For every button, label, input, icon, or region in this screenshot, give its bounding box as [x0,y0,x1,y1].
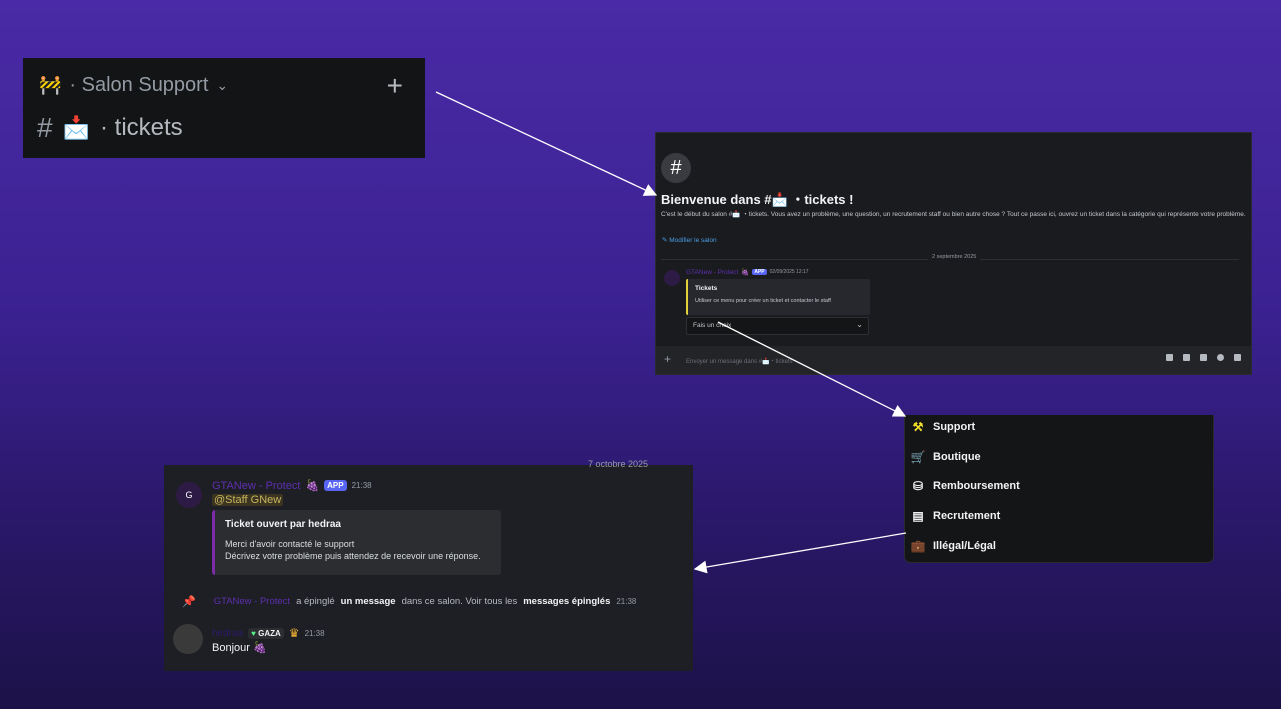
menu-item-label: Illégal/Légal [933,540,996,552]
menu-item-label: Support [933,421,976,433]
channel-hash-icon: # [661,153,691,183]
grape-emoji-icon: 🍇 [252,642,267,654]
tickets-embed: Tickets Utiliser ce menu pour créer un t… [686,279,870,315]
channel-item-tickets[interactable]: # 📩 · tickets [37,112,183,144]
role-mention[interactable]: @Staff GNew [212,494,284,506]
document-icon: ▤ [912,509,924,523]
server-tag-badge: ♥ GAZA [248,627,284,639]
construction-barrier-icon: 🚧 [39,75,62,95]
add-attachment-button[interactable]: + [664,352,671,366]
gift-icon[interactable] [1166,354,1173,361]
crown-icon: ♛ [288,626,300,640]
game-controller-icon[interactable] [1234,354,1241,361]
message-content: Bonjour 🍇 [212,641,267,654]
menu-item-label: Boutique [933,451,981,463]
menu-item-illegal-legal[interactable]: 💼 Illégal/Légal [911,539,996,553]
message-header: GTANew - Protect 🍇 APP 02/09/2025 12:17 [686,268,809,277]
input-toolbar [1166,354,1241,361]
category-label: · Salon Support [69,74,209,96]
app-badge: APP [324,480,347,491]
avatar[interactable]: G [176,482,202,508]
arrow-to-ticket [693,532,907,574]
envelope-icon: 📩 [62,115,90,140]
ticket-embed: Ticket ouvert par hedraa Merci d'avoir c… [212,510,501,575]
menu-item-label: Remboursement [933,480,1020,492]
welcome-description: C'est le début du salon #📩 ・tickets. Vou… [661,211,1246,218]
grape-emoji-icon: 🍇 [741,269,750,276]
tools-icon: ⚒ [912,420,924,434]
author-name[interactable]: hedraa [212,628,243,639]
message-timestamp: 02/09/2025 12:17 [769,269,809,275]
pin-system-message: 📌 GTANew - Protect a épinglé un message … [182,595,636,608]
author-name[interactable]: GTANew - Protect [212,480,300,492]
emoji-icon[interactable] [1217,354,1224,361]
channel-name: · tickets [99,114,183,141]
embed-title: Ticket ouvert par hedraa [225,519,341,530]
pinned-messages-link[interactable]: messages épinglés [523,596,610,607]
welcome-title: Bienvenue dans #📩 ・tickets ! [661,192,854,207]
message-input[interactable]: Envoyer un message dans #📩・tickets [686,356,793,365]
menu-item-boutique[interactable]: 🛒 Boutique [911,450,981,464]
ticket-category-menu: ⚒ Support 🛒 Boutique ⛁ Remboursement ▤ R… [904,415,1214,563]
avatar[interactable] [173,624,203,654]
message-timestamp: 21:38 [304,628,325,638]
avatar[interactable] [664,270,680,286]
briefcase-icon: 💼 [910,539,926,553]
menu-item-recrutement[interactable]: ▤ Recrutement [911,509,1000,523]
ticket-category-select[interactable]: Fais un choix ⌄ [686,317,869,335]
ticket-chat-panel: 7 octobre 2025 G GTANew - Protect 🍇 APP … [164,459,693,671]
menu-item-remboursement[interactable]: ⛁ Remboursement [911,479,1020,493]
server-tag-label: GAZA [258,628,281,638]
embed-line-1: Merci d'avoir contacté le support [225,539,355,549]
pin-text: a épinglé [296,596,335,607]
edit-channel-link[interactable]: ✎ Modifier le salon [662,236,717,244]
menu-item-support[interactable]: ⚒ Support [911,420,976,434]
author-name[interactable]: GTANew - Protect [686,269,738,276]
channel-sidebar-crop: 🚧 · Salon Support ⌄ + # 📩 · tickets [23,58,425,158]
gif-icon[interactable] [1183,354,1190,361]
app-badge: APP [752,269,767,275]
pin-text: dans ce salon. Voir tous les [401,596,518,607]
pin-icon: 📌 [182,596,196,608]
message-input-bar: + Envoyer un message dans #📩・tickets [656,346,1251,374]
embed-description: Utiliser ce menu pour créer un ticket et… [695,298,831,304]
embed-title: Tickets [695,285,718,292]
heart-icon: ♥ [251,628,256,638]
date-divider: 2 septembre 2025 [928,254,981,260]
message-header: GTANew - Protect 🍇 APP 21:38 [212,479,372,493]
channel-welcome-panel: # Bienvenue dans #📩 ・tickets ! C'est le … [655,132,1252,375]
cart-icon: 🛒 [910,450,926,464]
chevron-down-icon: ⌄ [216,77,229,93]
message-header: hedraa ♥ GAZA ♛ 21:38 [212,626,325,640]
message-timestamp: 21:38 [351,481,372,490]
date-divider: 7 octobre 2025 [588,459,649,469]
add-channel-button[interactable]: + [387,70,403,102]
grape-emoji-icon: 🍇 [305,480,320,492]
pinned-message-link[interactable]: un message [341,596,396,607]
coins-icon: ⛁ [912,479,924,493]
pin-author[interactable]: GTANew - Protect [214,596,290,607]
message-timestamp: 21:38 [616,597,637,606]
category-salon-support[interactable]: 🚧 · Salon Support ⌄ [39,74,228,97]
message-text: Bonjour [212,642,250,654]
sticker-icon[interactable] [1200,354,1207,361]
menu-item-label: Recrutement [933,510,1001,522]
embed-line-2: Décrivez votre problème puis attendez de… [225,551,481,561]
chevron-down-icon: ⌄ [856,320,863,329]
select-value: Fais un choix [693,322,732,329]
hash-icon: # [37,112,53,143]
arrow-to-welcome [435,91,658,196]
